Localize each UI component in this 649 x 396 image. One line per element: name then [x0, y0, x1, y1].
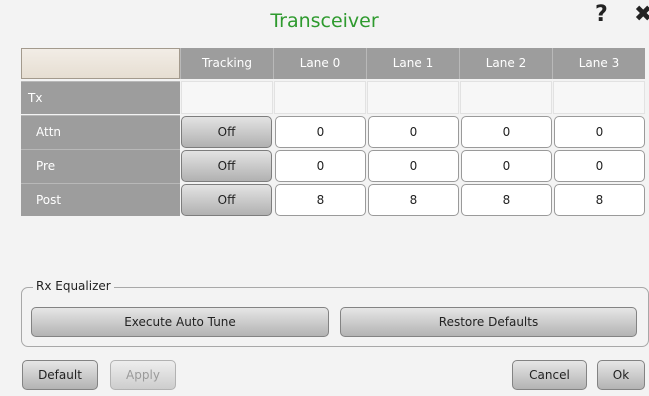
column-header-lane-1: Lane 1: [366, 48, 459, 79]
post-lane-1-field[interactable]: 8: [368, 184, 459, 216]
empty-cell: [460, 81, 552, 114]
apply-button[interactable]: Apply: [110, 360, 176, 390]
attn-tracking-toggle[interactable]: Off: [181, 116, 272, 148]
dialog-title: Transceiver: [270, 10, 379, 32]
ok-button[interactable]: Ok: [597, 360, 645, 390]
row-header-tx: Tx: [21, 81, 180, 114]
pre-tracking-toggle[interactable]: Off: [181, 150, 272, 182]
post-lane-3-field[interactable]: 8: [554, 184, 645, 216]
attn-lane-0-field[interactable]: 0: [275, 116, 366, 148]
attn-lane-2-field[interactable]: 0: [461, 116, 552, 148]
pre-lane-2-field[interactable]: 0: [461, 150, 552, 182]
empty-cell: [274, 81, 366, 114]
row-header-attn: Attn: [21, 115, 180, 149]
pre-lane-0-field[interactable]: 0: [275, 150, 366, 182]
table-corner: [21, 48, 180, 79]
row-header-pre: Pre: [21, 149, 180, 183]
cancel-button[interactable]: Cancel: [512, 360, 587, 390]
post-lane-2-field[interactable]: 8: [461, 184, 552, 216]
post-lane-0-field[interactable]: 8: [275, 184, 366, 216]
row-header-post: Post: [21, 183, 180, 216]
empty-cell: [367, 81, 459, 114]
post-tracking-toggle[interactable]: Off: [181, 184, 272, 216]
column-header-lane-2: Lane 2: [459, 48, 552, 79]
default-button[interactable]: Default: [22, 360, 98, 390]
execute-auto-tune-button[interactable]: Execute Auto Tune: [31, 307, 329, 337]
rx-equalizer-legend: Rx Equalizer: [33, 279, 114, 293]
attn-lane-3-field[interactable]: 0: [554, 116, 645, 148]
help-icon[interactable]: ?: [595, 2, 608, 27]
attn-lane-1-field[interactable]: 0: [368, 116, 459, 148]
column-header-lane-0: Lane 0: [273, 48, 366, 79]
restore-defaults-button[interactable]: Restore Defaults: [340, 307, 637, 337]
pre-lane-3-field[interactable]: 0: [554, 150, 645, 182]
column-header-lane-3: Lane 3: [552, 48, 645, 79]
close-icon[interactable]: ✖: [634, 2, 649, 27]
empty-cell: [181, 81, 273, 114]
pre-lane-1-field[interactable]: 0: [368, 150, 459, 182]
column-header-tracking: Tracking: [180, 48, 273, 79]
empty-cell: [553, 81, 645, 114]
